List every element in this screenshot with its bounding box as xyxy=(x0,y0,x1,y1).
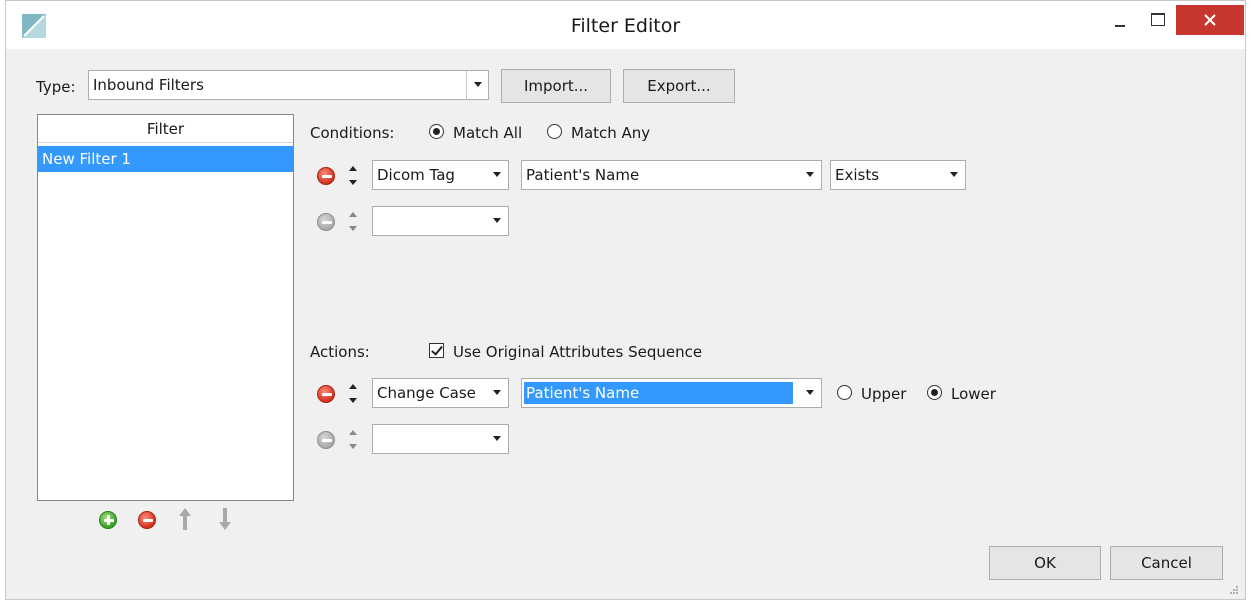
action-type-dropdown[interactable]: Change Case xyxy=(372,378,509,408)
chevron-down-icon xyxy=(943,161,965,189)
chevron-down-icon xyxy=(799,379,821,407)
match-any-radio[interactable] xyxy=(547,124,562,139)
maximize-button[interactable] xyxy=(1141,5,1181,35)
conditions-label: Conditions: xyxy=(310,124,395,142)
chevron-down-icon xyxy=(799,161,821,189)
action-type-value: Change Case xyxy=(377,384,476,402)
match-any-label: Match Any xyxy=(571,124,651,142)
upper-radio[interactable] xyxy=(837,385,852,400)
close-button[interactable] xyxy=(1176,5,1244,35)
action-tag-dropdown[interactable]: Patient's Name xyxy=(521,378,822,408)
ok-button[interactable]: OK xyxy=(989,546,1101,580)
minimize-button[interactable] xyxy=(1101,5,1141,35)
actions-label: Actions: xyxy=(310,343,370,361)
title-bar: Filter Editor xyxy=(6,1,1245,49)
close-icon xyxy=(1204,14,1216,26)
arrow-down-icon[interactable] xyxy=(219,508,231,530)
chevron-down-icon xyxy=(486,379,508,407)
remove-filter-button[interactable] xyxy=(138,511,156,529)
window-title: Filter Editor xyxy=(570,15,681,37)
remove-condition-button[interactable] xyxy=(317,167,335,185)
chevron-down-icon xyxy=(486,161,508,189)
condition-field-value: Dicom Tag xyxy=(377,166,455,184)
reorder-condition-stepper-disabled xyxy=(348,210,358,234)
condition-operator-dropdown[interactable]: Exists xyxy=(830,160,966,190)
cancel-button[interactable]: Cancel xyxy=(1110,546,1223,580)
reorder-condition-stepper[interactable] xyxy=(348,164,358,188)
chevron-down-icon xyxy=(466,71,488,99)
condition-tag-value: Patient's Name xyxy=(526,166,640,184)
action-tag-value[interactable]: Patient's Name xyxy=(524,382,793,404)
remove-condition-button-disabled xyxy=(317,213,335,231)
condition-tag-dropdown[interactable]: Patient's Name xyxy=(521,160,822,190)
upper-label: Upper xyxy=(861,385,907,403)
match-all-label: Match All xyxy=(453,124,523,142)
import-button[interactable]: Import... xyxy=(501,69,611,103)
type-dropdown[interactable]: Inbound Filters xyxy=(88,70,489,100)
match-all-radio[interactable] xyxy=(429,124,444,139)
lower-label: Lower xyxy=(951,385,996,403)
filter-list: Filter New Filter 1 xyxy=(37,114,294,501)
use-original-attributes-label: Use Original Attributes Sequence xyxy=(453,343,703,361)
reorder-action-stepper-disabled xyxy=(348,428,358,452)
remove-action-button[interactable] xyxy=(317,385,335,403)
condition-field-dropdown[interactable]: Dicom Tag xyxy=(372,160,509,190)
type-label: Type: xyxy=(36,78,76,96)
chevron-down-icon xyxy=(486,425,508,453)
filter-list-header: Filter xyxy=(38,115,293,143)
list-item[interactable]: New Filter 1 xyxy=(38,146,293,172)
chevron-down-icon xyxy=(486,207,508,235)
reorder-action-stepper[interactable] xyxy=(348,382,358,406)
filter-editor-window: Filter Editor Type: Inbound Filters Impo… xyxy=(5,0,1246,600)
new-condition-field-dropdown[interactable] xyxy=(372,206,509,236)
add-filter-button[interactable] xyxy=(99,511,117,529)
arrow-up-icon[interactable] xyxy=(179,508,191,530)
resize-grip-icon[interactable] xyxy=(1229,585,1239,595)
condition-operator-value: Exists xyxy=(835,166,880,184)
export-button[interactable]: Export... xyxy=(623,69,735,103)
new-action-type-dropdown[interactable] xyxy=(372,424,509,454)
type-dropdown-value: Inbound Filters xyxy=(93,76,204,94)
use-original-attributes-checkbox[interactable] xyxy=(429,343,444,358)
remove-action-button-disabled xyxy=(317,431,335,449)
lower-radio[interactable] xyxy=(927,385,942,400)
